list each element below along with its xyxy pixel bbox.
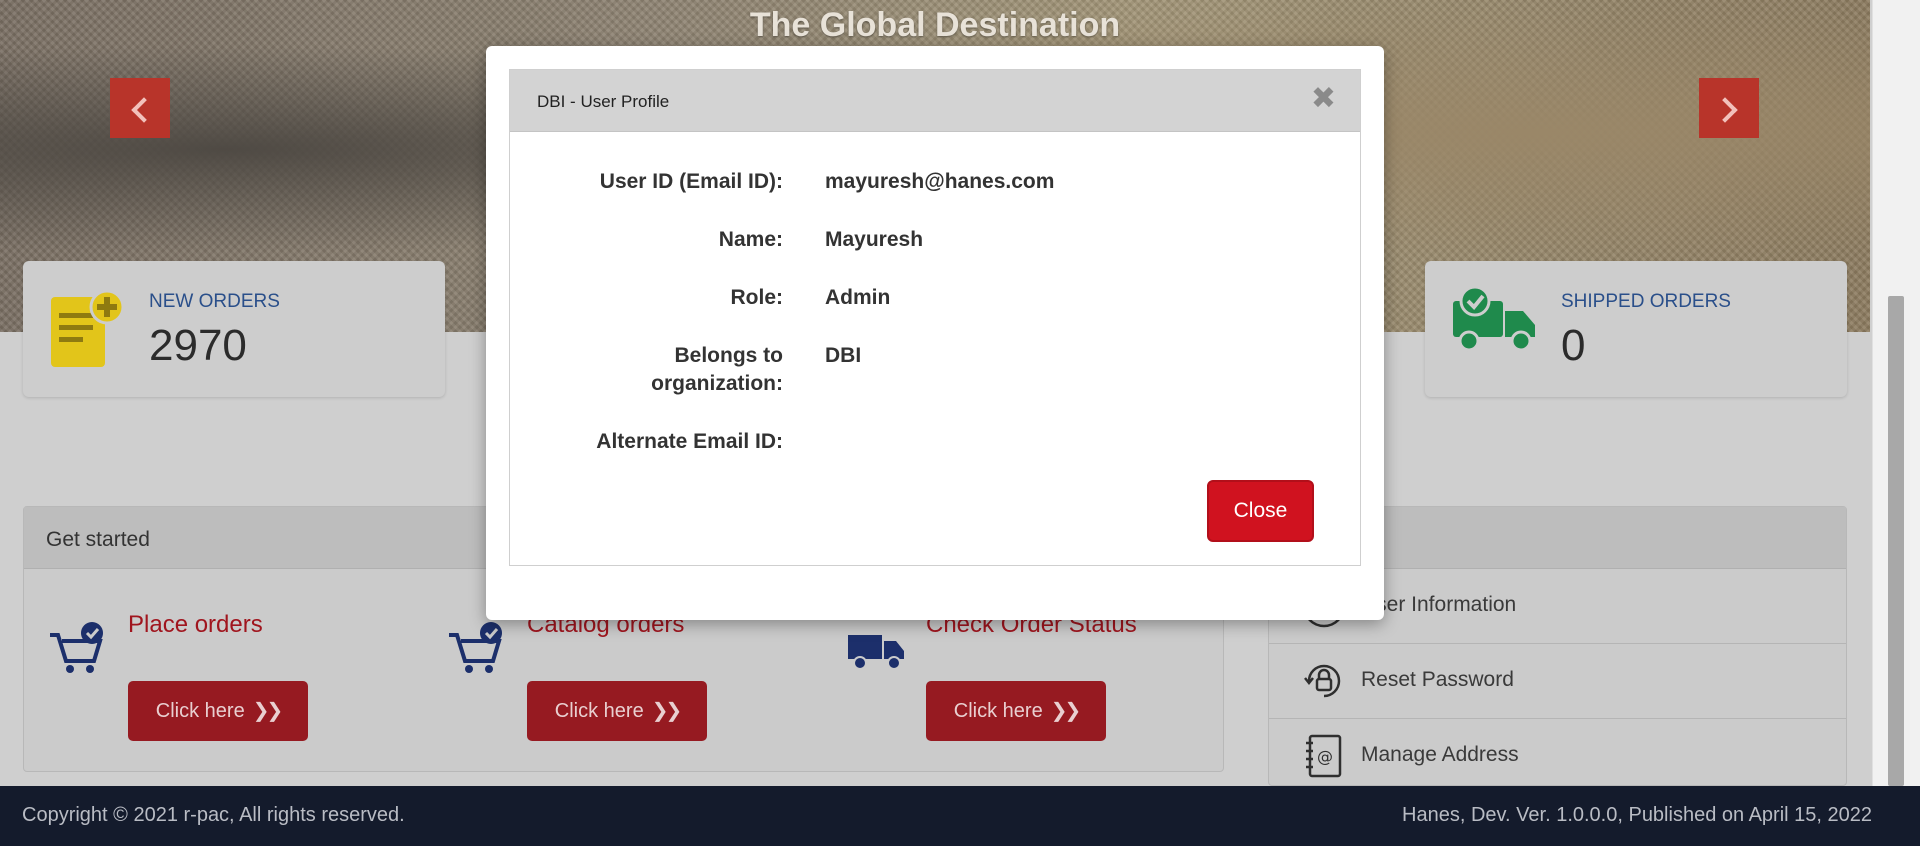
role-label: Role: <box>730 286 784 309</box>
user-id-value: mayuresh@hanes.com <box>825 170 1055 193</box>
name-label: Name: <box>718 228 783 251</box>
cart-check-icon <box>449 622 502 673</box>
catalog-orders-item: Catalog orders Click here ❯❯ <box>427 611 797 761</box>
catalog-orders-button-label: Click here <box>554 700 644 722</box>
hero-title: The Global Destination <box>749 6 1121 44</box>
user-id-label: User ID (Email ID): <box>599 170 783 193</box>
footer-version: Hanes, Dev. Ver. 1.0.0.0, Published on A… <box>1402 804 1872 826</box>
check-order-status-button[interactable]: Click here ❯❯ <box>926 681 1106 741</box>
sidebar-item-manage-address[interactable]: @ Manage Address <box>1269 719 1846 794</box>
check-order-status-item: Check Order Status Click here ❯❯ <box>826 611 1196 761</box>
alternate-email-label: Alternate Email ID: <box>596 430 783 453</box>
address-book-icon: @ <box>1306 734 1342 778</box>
footer: Copyright © 2021 r-pac, All rights reser… <box>0 786 1920 846</box>
role-value: Admin <box>825 286 891 309</box>
delivery-truck-icon <box>848 635 904 670</box>
new-orders-label: NEW ORDERS <box>149 291 280 312</box>
chevron-left-icon <box>131 97 157 123</box>
modal-title: DBI - User Profile <box>537 92 670 111</box>
double-chevron-right-icon: ❯❯ <box>252 700 283 722</box>
sidebar-item-label: User Information <box>1361 593 1517 616</box>
user-profile-modal: DBI - User Profile ✖ User ID (Email ID):… <box>486 46 1384 620</box>
page-scrollbar[interactable] <box>1872 0 1920 786</box>
place-orders-button-label: Click here <box>155 700 245 722</box>
shipped-orders-count: 0 <box>1561 321 1586 370</box>
shipped-orders-label: SHIPPED ORDERS <box>1561 291 1731 312</box>
check-order-status-button-label: Click here <box>953 700 1043 722</box>
close-button[interactable]: Close <box>1207 480 1314 542</box>
new-orders-card[interactable]: NEW ORDERS 2970 <box>23 261 445 397</box>
shipped-truck-icon <box>1453 285 1535 352</box>
organization-label: Belongs to organization: <box>651 344 783 395</box>
lock-reset-icon <box>1304 664 1341 698</box>
footer-copyright: Copyright © 2021 r-pac, All rights reser… <box>22 804 405 826</box>
new-order-document-icon <box>51 289 125 367</box>
sidebar-item-label: Reset Password <box>1361 668 1514 691</box>
svg-text:@: @ <box>1317 747 1333 766</box>
cart-check-icon <box>50 622 103 673</box>
carousel-prev-button[interactable] <box>110 78 170 138</box>
scrollbar-thumb[interactable] <box>1888 296 1904 786</box>
name-value: Mayuresh <box>825 228 924 251</box>
user-profile-panel: DBI - User Profile ✖ User ID (Email ID):… <box>509 69 1361 566</box>
sidebar-item-label: Manage Address <box>1361 743 1519 766</box>
chevron-right-icon <box>1712 97 1738 123</box>
place-orders-button[interactable]: Click here ❯❯ <box>128 681 308 741</box>
close-icon[interactable]: ✖ <box>1311 84 1336 114</box>
organization-value: DBI <box>825 344 862 367</box>
place-orders-item: Place orders Click here ❯❯ <box>28 611 398 761</box>
new-orders-count: 2970 <box>149 321 247 370</box>
double-chevron-right-icon: ❯❯ <box>651 700 682 722</box>
shipped-orders-card[interactable]: SHIPPED ORDERS 0 <box>1425 261 1847 397</box>
double-chevron-right-icon: ❯❯ <box>1050 700 1081 722</box>
catalog-orders-button[interactable]: Click here ❯❯ <box>527 681 707 741</box>
sidebar-item-reset-password[interactable]: Reset Password <box>1269 644 1846 719</box>
carousel-next-button[interactable] <box>1699 78 1759 138</box>
place-orders-title[interactable]: Place orders <box>128 611 263 639</box>
modal-header: DBI - User Profile ✖ <box>510 70 1360 132</box>
